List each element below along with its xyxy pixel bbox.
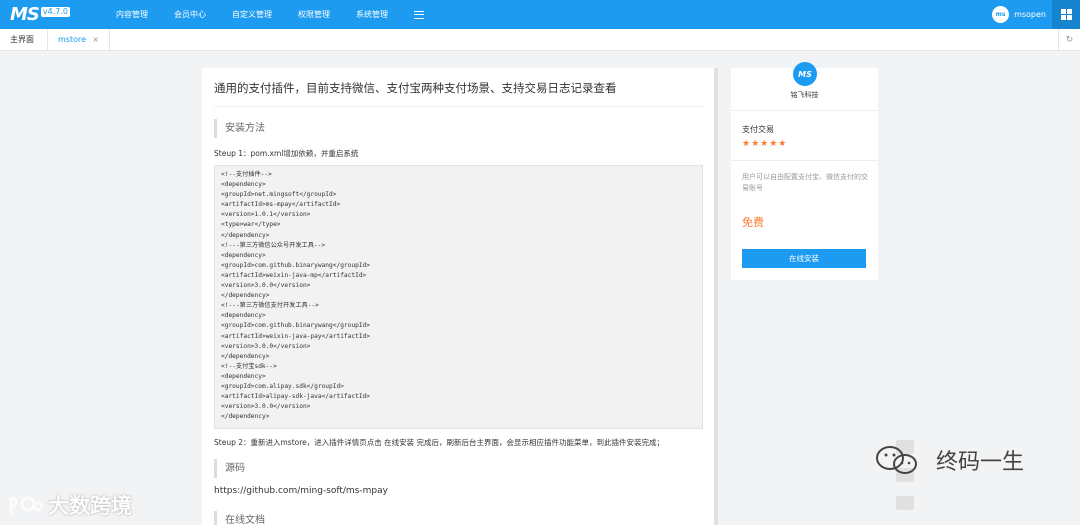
tab-home-label: 主界面 <box>10 35 34 44</box>
code-line: <type>war</type> <box>221 221 281 229</box>
code-line: </dependency> <box>221 231 270 239</box>
code-line: <dependency> <box>221 312 266 320</box>
tab-home[interactable]: 主界面 <box>0 29 48 50</box>
code-line: <!--支付宝sdk--> <box>221 362 277 370</box>
nav-item-custom[interactable]: 自定义管理 <box>232 9 272 20</box>
code-line: <version>3.0.0</version> <box>221 282 311 290</box>
step-2-text: Steup 2：重新进入mstore，进入插件详情页点击 在线安装 完成后，刷新… <box>214 438 665 447</box>
code-line: <!--支付插件--> <box>221 171 272 178</box>
watermark-logo-icon <box>9 496 43 514</box>
code-line: <!---第三方微信支付开发工具--> <box>221 302 319 310</box>
apps-grid-button[interactable] <box>1052 0 1080 29</box>
tab-mstore[interactable]: mstore × <box>48 29 110 50</box>
logo-text: MS <box>10 3 40 25</box>
nav-item-content[interactable]: 内容管理 <box>116 9 148 20</box>
divider <box>731 160 878 161</box>
tab-mstore-label: mstore <box>58 35 87 44</box>
code-line: </dependency> <box>221 292 270 300</box>
code-block: <!--支付插件--> <dependency> <groupId>net.mi… <box>214 165 703 429</box>
code-line: <dependency> <box>221 181 266 189</box>
main-nav: 内容管理 会员中心 自定义管理 权限管理 系统管理 <box>116 0 424 29</box>
plugin-name: 支付交易 <box>742 125 774 134</box>
code-line: <dependency> <box>221 372 266 380</box>
code-line: <!---第三方微信公众号开发工具--> <box>221 241 326 249</box>
code-line: <version>3.0.0</version> <box>221 342 311 350</box>
install-online-button[interactable]: 在线安装 <box>742 249 866 268</box>
section-install-heading: 安装方法 <box>214 119 265 138</box>
code-line: <artifactId>weixin-java-mp</artifactId> <box>221 271 367 279</box>
watermark-right-text: 终码一生 <box>936 450 1025 475</box>
tab-bar: 主界面 mstore × ↻ <box>0 29 1080 51</box>
close-icon[interactable]: × <box>92 35 99 44</box>
nav-item-system[interactable]: 系统管理 <box>356 9 388 20</box>
code-line: <groupId>net.mingsoft</groupId> <box>221 191 337 199</box>
price-label: 免费 <box>742 216 764 229</box>
version-badge: v4.7.0 <box>40 6 70 17</box>
watermark-left-text: 大数跨境 <box>48 494 132 518</box>
username: msopen <box>1014 10 1046 19</box>
watermark-right: 终码一生 <box>870 440 1024 480</box>
nav-item-permissions[interactable]: 权限管理 <box>298 9 330 20</box>
code-line: <groupId>com.github.binarywang</groupId> <box>221 322 371 330</box>
code-line: <version>3.0.0</version> <box>221 403 311 411</box>
plugin-info-card: MS 铭飞科技 支付交易 ★★★★★ 用户可以自由配置支付宝、微信支付的交易账号… <box>731 62 878 280</box>
section-source-heading: 源码 <box>214 459 245 478</box>
divider <box>731 110 878 111</box>
watermark-left: 大数跨境 <box>8 490 132 520</box>
grid-icon <box>1060 9 1072 20</box>
plugin-description: 用户可以自由配置支付宝、微信支付的交易账号 <box>742 173 868 192</box>
user-menu[interactable]: ms msopen <box>992 6 1046 23</box>
wechat-icon <box>876 446 917 474</box>
code-line: </dependency> <box>221 413 270 421</box>
code-line: <artifactId>ms-mpay</artifactId> <box>221 201 341 209</box>
top-navbar: MS v4.7.0 内容管理 会员中心 自定义管理 权限管理 系统管理 ms m… <box>0 0 1080 29</box>
code-line: <version>1.0.1</version> <box>221 211 311 219</box>
page-title: 通用的支付插件，目前支持微信、支付宝两种支付场景、支持交易日志记录查看 <box>214 81 617 95</box>
vendor-logo: MS <box>793 62 817 86</box>
code-line: <groupId>com.github.binarywang</groupId> <box>221 261 371 269</box>
code-line: </dependency> <box>221 352 270 360</box>
plugin-detail-panel: 通用的支付插件，目前支持微信、支付宝两种支付场景、支持交易日志记录查看 安装方法… <box>202 68 714 525</box>
code-line: <artifactId>weixin-java-pay</artifactId> <box>221 332 371 340</box>
title-divider <box>214 106 704 107</box>
code-line: <artifactId>alipay-sdk-java</artifactId> <box>221 393 371 401</box>
section-docs-heading: 在线文档 <box>214 511 265 525</box>
app-logo[interactable]: MS v4.7.0 <box>10 4 70 26</box>
rating-stars: ★★★★★ <box>742 139 788 149</box>
code-line: <dependency> <box>221 251 266 259</box>
menu-icon[interactable] <box>413 10 424 19</box>
code-line: <groupId>com.alipay.sdk</groupId> <box>221 382 344 390</box>
scrollbar[interactable] <box>714 68 718 525</box>
refresh-icon[interactable]: ↻ <box>1058 29 1080 50</box>
nav-item-members[interactable]: 会员中心 <box>174 9 206 20</box>
vendor-name: 铭飞科技 <box>790 91 819 99</box>
source-link[interactable]: https://github.com/ming-soft/ms-mpay <box>214 486 388 496</box>
avatar: ms <box>992 6 1010 23</box>
step-1-text: Steup 1：pom.xml增加依赖，并重启系统 <box>214 149 359 158</box>
